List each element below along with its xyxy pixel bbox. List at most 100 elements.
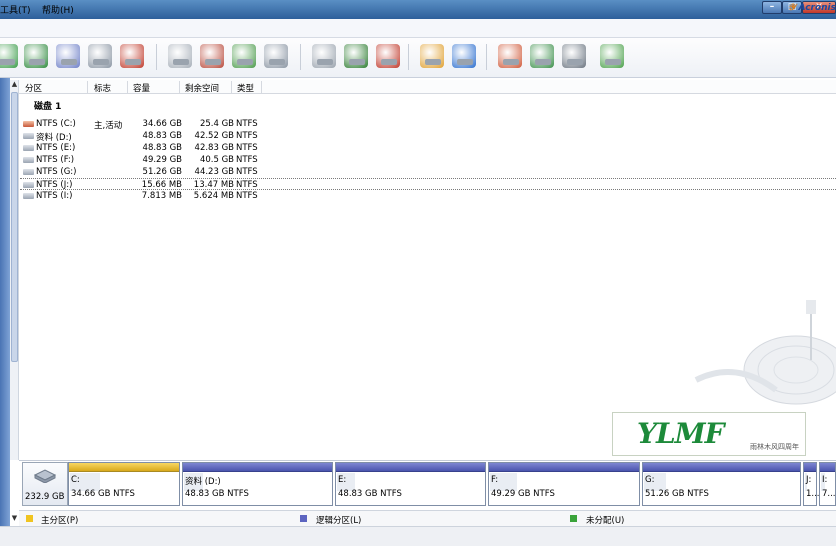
- partition-type: NTFS: [236, 167, 258, 177]
- add-disk-icon[interactable]: [498, 44, 522, 68]
- partition-free-space: 42.83 GB: [194, 143, 234, 153]
- partition-block-info: 51.26 GB NTFS: [645, 489, 709, 499]
- info-icon[interactable]: [452, 44, 476, 68]
- partition-type: NTFS: [236, 180, 258, 190]
- partition-block[interactable]: J: 1...: [803, 462, 820, 506]
- partition-block-info: 48.83 GB NTFS: [185, 489, 249, 499]
- partition-block[interactable]: G: 51.26 GB NTFS: [642, 462, 801, 506]
- partition-block[interactable]: E: 48.83 GB NTFS: [335, 462, 486, 506]
- column-flag[interactable]: 标志: [94, 82, 111, 94]
- partition-drive-icon: [23, 145, 34, 151]
- undo-icon[interactable]: [376, 44, 400, 68]
- minimize-button[interactable]: –: [762, 1, 782, 14]
- scroll-up-icon[interactable]: ▲: [10, 80, 19, 90]
- partition-name: NTFS (G:): [36, 167, 77, 177]
- column-free-space[interactable]: 剩余空间: [185, 82, 219, 94]
- partition-drive-icon: [23, 121, 34, 127]
- disk-tile[interactable]: 232.9 GB: [22, 462, 68, 506]
- brand-name: Acronis: [798, 3, 836, 13]
- title-bar: [0, 0, 836, 19]
- partition-drive-icon: [23, 133, 34, 139]
- partition-row[interactable]: NTFS (C:) 主,活动 34.66 GB 25.4 GB NTFS: [20, 118, 836, 131]
- partition-free-space: 5.624 MB: [193, 191, 234, 201]
- disk-group-label: 磁盘 1: [34, 102, 62, 112]
- partition-type-bar: [336, 463, 485, 472]
- copy-partition-icon[interactable]: [168, 44, 192, 68]
- column-divider[interactable]: [127, 81, 128, 93]
- scrollbar-thumb[interactable]: [11, 92, 18, 362]
- defrag-icon[interactable]: [600, 44, 624, 68]
- partition-row[interactable]: NTFS (F:) 49.29 GB 40.5 GB NTFS: [20, 154, 836, 166]
- partition-drive-icon: [23, 182, 34, 188]
- column-divider[interactable]: [87, 81, 88, 93]
- unallocated-swatch: [570, 515, 577, 522]
- partition-row[interactable]: NTFS (G:) 51.26 GB 44.23 GB NTFS: [20, 166, 836, 178]
- refresh-icon[interactable]: [0, 44, 18, 68]
- menu-bar: [0, 19, 836, 38]
- scroll-down-icon[interactable]: ▼: [10, 514, 19, 524]
- partition-capacity: 34.66 GB: [142, 119, 182, 129]
- legend: 主分区(P) 逻辑分区(L) 未分配(U): [19, 510, 836, 526]
- partition-type: NTFS: [236, 191, 258, 201]
- partition-type-bar: [183, 463, 332, 472]
- delete-partition-icon[interactable]: [120, 44, 144, 68]
- partition-name: NTFS (E:): [36, 143, 76, 153]
- partition-block[interactable]: C: 34.66 GB NTFS: [68, 462, 180, 506]
- partition-capacity: 48.83 GB: [142, 131, 182, 141]
- hard-drive-watermark-icon: [694, 300, 836, 405]
- convert-icon[interactable]: [530, 44, 554, 68]
- format-icon[interactable]: [200, 44, 224, 68]
- partition-name: NTFS (I:): [36, 191, 73, 201]
- partition-drive-icon: [23, 169, 34, 175]
- menu-tools[interactable]: 工具(T): [0, 3, 31, 16]
- partition-block-label: C:: [71, 475, 80, 485]
- browse-icon[interactable]: [420, 44, 444, 68]
- toolbar-separator: [300, 44, 301, 70]
- partition-block-label: G:: [645, 475, 655, 485]
- partition-block-info: 34.66 GB NTFS: [71, 489, 135, 499]
- partition-block-label: J:: [806, 475, 812, 485]
- partition-type-bar: [820, 463, 835, 472]
- commit-icon[interactable]: [344, 44, 368, 68]
- split-icon[interactable]: [232, 44, 256, 68]
- edit-icon[interactable]: [88, 44, 112, 68]
- wipe-icon[interactable]: [312, 44, 336, 68]
- legend-unallocated: 未分配(U): [586, 516, 625, 526]
- partition-type-bar: [69, 463, 179, 472]
- partition-block-info: 48.83 GB NTFS: [338, 489, 402, 499]
- menu-help[interactable]: 帮助(H): [42, 3, 74, 16]
- partition-row[interactable]: 资料 (D:) 48.83 GB 42.52 GB NTFS: [20, 130, 836, 143]
- partition-drive-icon: [23, 157, 34, 163]
- partition-capacity: 51.26 GB: [142, 167, 182, 177]
- column-partition[interactable]: 分区: [25, 82, 42, 94]
- legend-primary: 主分区(P): [41, 516, 79, 526]
- partition-row[interactable]: NTFS (E:) 48.83 GB 42.83 GB NTFS: [20, 142, 836, 154]
- partition-row[interactable]: NTFS (J:) 15.66 MB 13.47 MB NTFS: [20, 178, 836, 190]
- partition-name: NTFS (J:): [36, 180, 73, 190]
- check-disk-icon[interactable]: [56, 44, 80, 68]
- partition-block[interactable]: I: 7...: [819, 462, 836, 506]
- legend-logical: 逻辑分区(L): [316, 516, 362, 526]
- acronis-logo: 𝒴 Acronis: [788, 3, 836, 13]
- partition-block[interactable]: 资料 (D:) 48.83 GB NTFS: [182, 462, 333, 506]
- column-capacity[interactable]: 容量: [133, 82, 150, 94]
- partition-type: NTFS: [236, 143, 258, 153]
- partition-type-bar: [804, 463, 816, 472]
- resize-icon[interactable]: [264, 44, 288, 68]
- column-divider[interactable]: [179, 81, 180, 93]
- column-divider[interactable]: [261, 81, 262, 93]
- partition-block-info: 7...: [822, 489, 836, 499]
- column-divider[interactable]: [231, 81, 232, 93]
- partition-block[interactable]: F: 49.29 GB NTFS: [488, 462, 640, 506]
- column-type[interactable]: 类型: [237, 82, 254, 94]
- partition-block-label: I:: [822, 475, 828, 485]
- brand-swoosh-icon: 𝒴: [788, 3, 799, 13]
- partition-type-bar: [643, 463, 800, 472]
- partition-row[interactable]: NTFS (I:) 7.813 MB 5.624 MB NTFS: [20, 190, 836, 202]
- toolbar-separator: [486, 44, 487, 70]
- ylmf-logo: YLMF: [637, 417, 725, 450]
- partition-drive-icon: [23, 193, 34, 199]
- status-bar: [0, 526, 836, 546]
- move-icon[interactable]: [24, 44, 48, 68]
- recover-icon[interactable]: [562, 44, 586, 68]
